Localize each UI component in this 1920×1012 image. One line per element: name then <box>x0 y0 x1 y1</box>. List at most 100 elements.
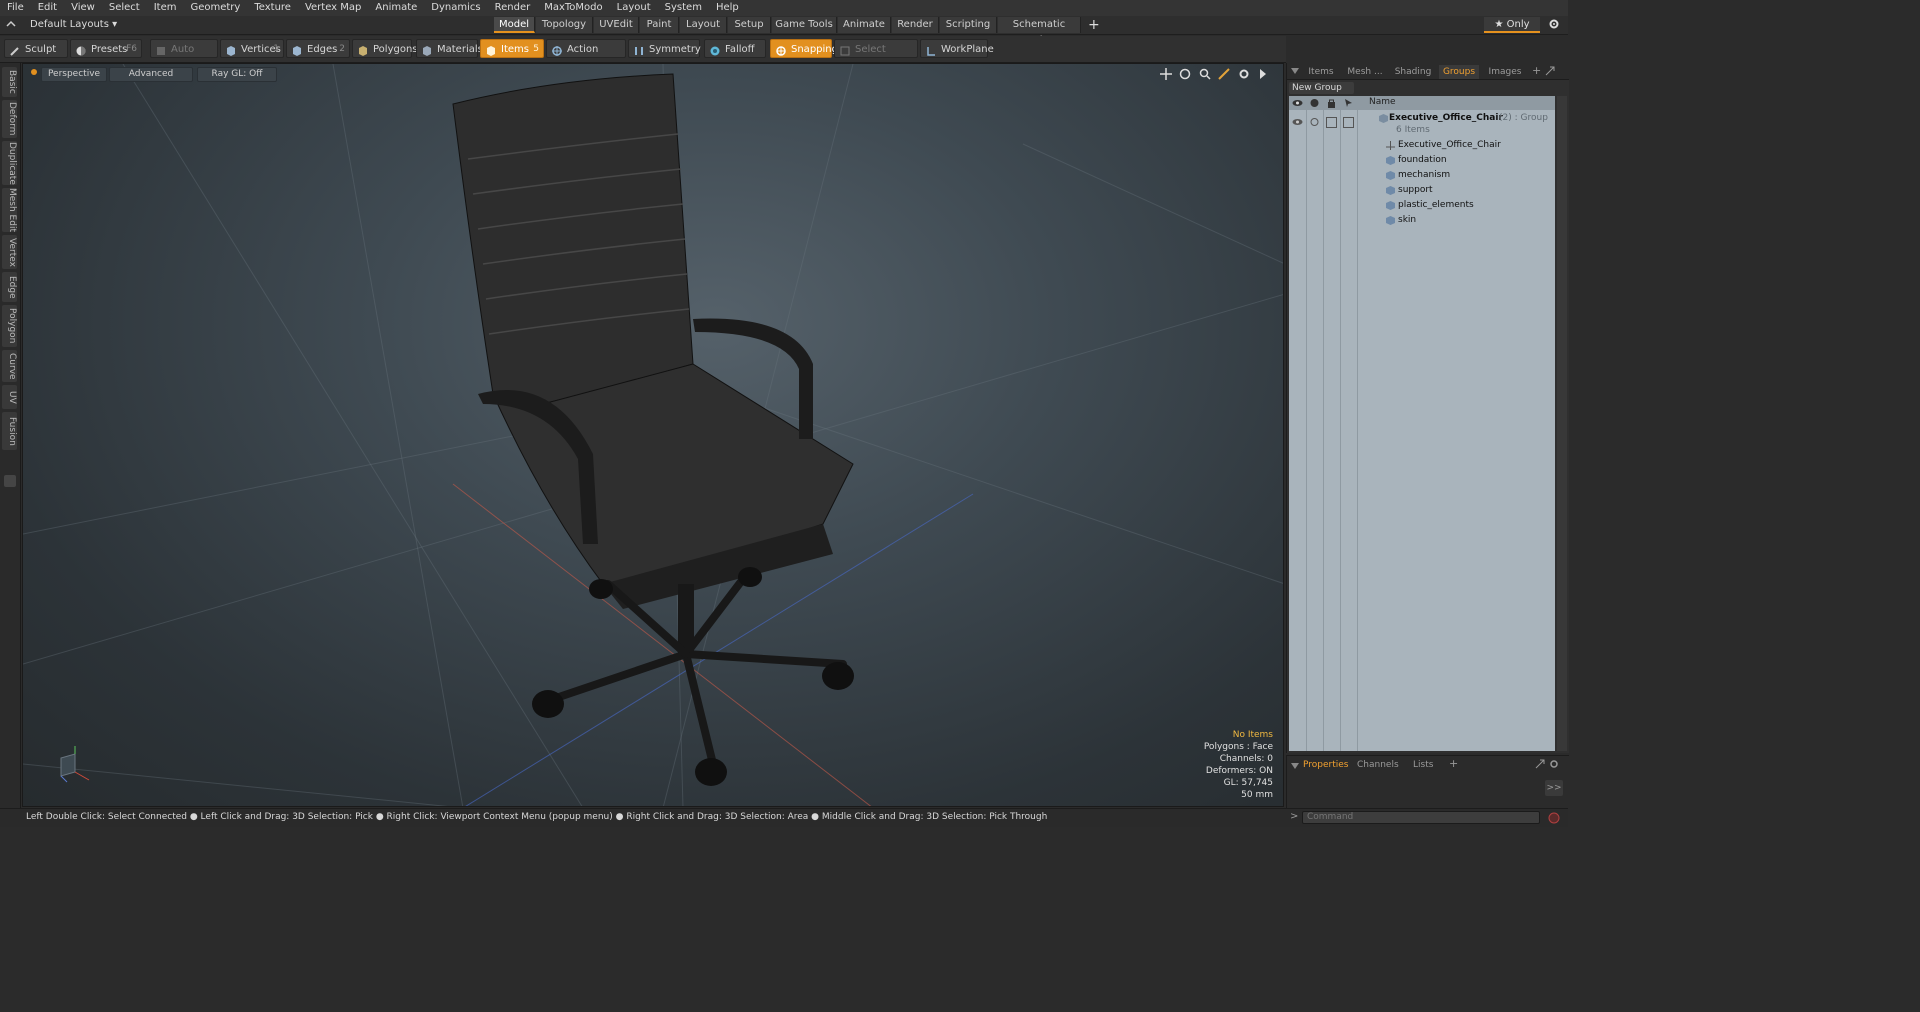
tab-polygon[interactable]: Polygon <box>2 305 17 347</box>
tab-curve[interactable]: Curve <box>2 350 17 382</box>
row-render-icon[interactable] <box>1309 117 1320 127</box>
tab-duplicate[interactable]: Duplicate <box>2 141 17 185</box>
menu-help[interactable]: Help <box>709 0 746 16</box>
symmetry-button[interactable]: Symmetry <box>628 39 701 58</box>
list-item[interactable]: support <box>1289 184 1555 198</box>
tab-lists[interactable]: Lists <box>1413 759 1433 771</box>
menu-vertex-map[interactable]: Vertex Map <box>298 0 368 16</box>
menu-edit[interactable]: Edit <box>31 0 64 16</box>
list-item[interactable]: skin <box>1289 214 1555 228</box>
tab-schematic-fusion[interactable]: Schematic Fusion <box>998 17 1081 46</box>
expand-arrows-icon[interactable]: >> <box>1545 780 1563 796</box>
panel-menu-icon[interactable] <box>1291 66 1299 74</box>
tab-mesh[interactable]: Mesh ... <box>1343 65 1387 79</box>
add-tab-icon[interactable]: + <box>1088 17 1100 33</box>
tab-setup[interactable]: Setup <box>728 17 771 33</box>
new-group-button[interactable]: New Group <box>1289 82 1354 94</box>
tab-basic[interactable]: Basic <box>2 67 17 97</box>
presets-button[interactable]: Presets F6 <box>70 39 142 58</box>
select-icon[interactable] <box>1343 98 1354 108</box>
list-item[interactable]: Executive_Office_Chair <box>1289 139 1555 153</box>
tab-edge[interactable]: Edge <box>2 272 17 302</box>
viewport-settings-icon[interactable] <box>1238 68 1250 80</box>
3d-viewport[interactable]: Perspective Advanced Ray GL: Off No Item… <box>22 63 1284 807</box>
view-perspective-dropdown[interactable]: Perspective <box>41 67 107 82</box>
office-chair-model[interactable] <box>452 73 854 786</box>
add-panel-tab-icon[interactable]: + <box>1532 64 1541 77</box>
menu-geometry[interactable]: Geometry <box>183 0 247 16</box>
menu-dynamics[interactable]: Dynamics <box>424 0 487 16</box>
tab-mesh-edit[interactable]: Mesh Edit <box>2 188 17 232</box>
action-center-button[interactable]: Action Center <box>546 39 626 74</box>
properties-gear-icon[interactable] <box>1549 759 1559 769</box>
add-properties-tab-icon[interactable]: + <box>1449 757 1458 770</box>
command-input[interactable] <box>1302 811 1540 824</box>
tab-topology[interactable]: Topology <box>536 17 593 33</box>
tab-images[interactable]: Images <box>1485 65 1525 79</box>
tab-scripting[interactable]: Scripting <box>940 17 997 33</box>
collapse-icon[interactable] <box>6 19 16 29</box>
default-layouts-dropdown[interactable]: Default Layouts ▾ <box>30 17 117 33</box>
row-visibility-icon[interactable] <box>1292 117 1303 127</box>
auto-select-button[interactable]: Auto Select <box>150 39 218 74</box>
list-item[interactable]: mechanism <box>1289 169 1555 183</box>
tab-properties[interactable]: Properties <box>1303 759 1348 771</box>
gear-icon[interactable] <box>1548 18 1560 30</box>
tab-deform[interactable]: Deform <box>2 100 17 138</box>
tab-groups[interactable]: Groups <box>1439 65 1479 79</box>
tab-animate[interactable]: Animate <box>838 17 891 33</box>
menu-select[interactable]: Select <box>102 0 147 16</box>
only-toggle-button[interactable]: ★ Only <box>1484 17 1540 33</box>
sculpt-button[interactable]: Sculpt <box>4 39 68 58</box>
tab-channels[interactable]: Channels <box>1357 759 1399 771</box>
properties-menu-icon[interactable] <box>1291 761 1299 769</box>
menu-view[interactable]: View <box>64 0 102 16</box>
group-row[interactable]: Executive_Office_Chair (2) : Group 6 Ite… <box>1289 112 1555 138</box>
tab-uv[interactable]: UV <box>2 385 17 409</box>
menu-maxtomodo[interactable]: MaxToModo <box>537 0 609 16</box>
tree-scrollbar[interactable] <box>1557 96 1567 751</box>
maximize-icon[interactable] <box>1545 66 1555 76</box>
select-through-button[interactable]: Select Through <box>834 39 918 74</box>
materials-button[interactable]: Materials <box>416 39 483 58</box>
record-icon[interactable] <box>1548 812 1560 824</box>
row-select-checkbox[interactable] <box>1343 117 1354 128</box>
tab-uvedit[interactable]: UVEdit <box>594 17 639 33</box>
tab-fusion[interactable]: Fusion <box>2 412 17 450</box>
raygl-toggle[interactable]: Ray GL: Off <box>197 67 277 82</box>
tab-items[interactable]: Items <box>1303 65 1339 79</box>
viewport-expand-icon[interactable] <box>1257 68 1269 80</box>
menu-render[interactable]: Render <box>488 0 538 16</box>
tab-vertex[interactable]: Vertex <box>2 235 17 269</box>
visibility-icon[interactable] <box>1292 98 1303 108</box>
edges-button[interactable]: Edges 2 <box>286 39 350 58</box>
menu-layout[interactable]: Layout <box>610 0 658 16</box>
render-icon[interactable] <box>1309 98 1320 108</box>
tab-render[interactable]: Render <box>892 17 939 33</box>
list-item[interactable]: plastic_elements <box>1289 199 1555 213</box>
pan-icon[interactable] <box>1159 68 1172 80</box>
expand-icon[interactable] <box>4 475 16 487</box>
tab-paint[interactable]: Paint <box>640 17 679 33</box>
row-lock-checkbox[interactable] <box>1326 117 1337 128</box>
rotate-icon[interactable] <box>1179 68 1191 80</box>
tab-layout[interactable]: Layout <box>680 17 727 33</box>
properties-maximize-icon[interactable] <box>1535 759 1545 769</box>
vertices-button[interactable]: Vertices 1 <box>220 39 284 58</box>
list-item[interactable]: foundation <box>1289 154 1555 168</box>
polygons-button[interactable]: Polygons <box>352 39 418 58</box>
items-button[interactable]: Items 5 <box>480 39 544 58</box>
menu-texture[interactable]: Texture <box>247 0 298 16</box>
tab-model[interactable]: Model <box>494 17 535 33</box>
zoom-icon[interactable] <box>1199 68 1211 80</box>
tab-game-tools[interactable]: Game Tools <box>772 17 837 33</box>
tab-shading[interactable]: Shading <box>1391 65 1435 79</box>
fit-icon[interactable] <box>1218 68 1230 80</box>
menu-animate[interactable]: Animate <box>368 0 424 16</box>
lock-icon[interactable] <box>1326 98 1337 108</box>
viewport-menu-icon[interactable] <box>31 69 37 75</box>
shading-advanced-dropdown[interactable]: Advanced <box>109 67 193 82</box>
falloff-button[interactable]: Falloff <box>704 39 766 58</box>
snapping-button[interactable]: Snapping <box>770 39 838 58</box>
workplane-button[interactable]: WorkPlane <box>920 39 994 58</box>
